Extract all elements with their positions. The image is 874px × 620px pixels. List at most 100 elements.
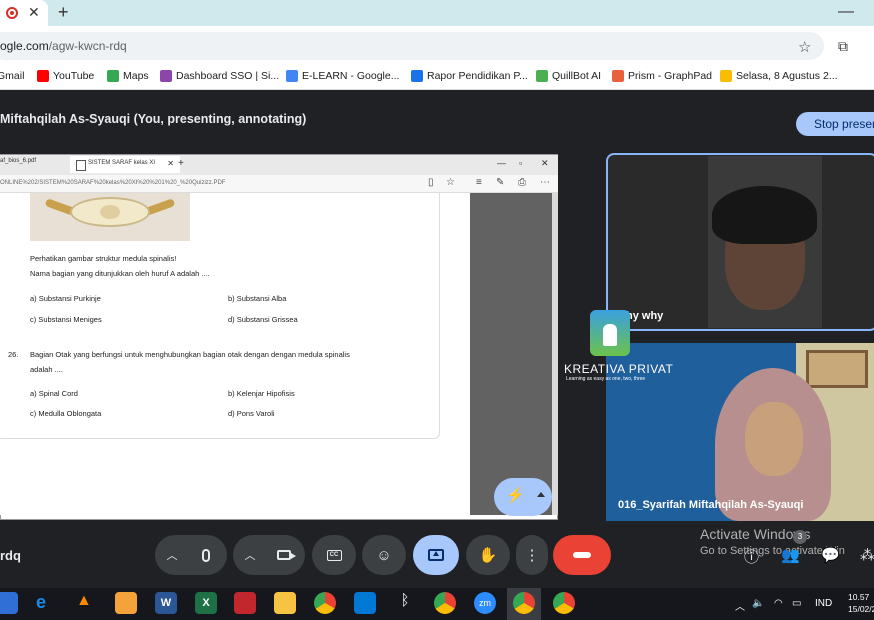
minimize-button[interactable]: — (838, 3, 854, 21)
viewer-tab-1[interactable]: af_bios_6.pdf (0, 158, 36, 164)
present-screen-icon (428, 549, 444, 561)
mic-options-button[interactable]: ︿ (155, 535, 189, 575)
bookmark-item[interactable]: YouTube (37, 70, 94, 82)
meeting-code: rdq (0, 548, 21, 563)
chrome-icon[interactable] (314, 592, 336, 614)
info-icon[interactable]: ⓘ (744, 546, 759, 567)
participant-1-name: hy why (626, 310, 664, 322)
excel-icon[interactable]: X (195, 592, 217, 614)
q26-text-1: Bagian Otak yang berfungsi untuk menghub… (30, 350, 350, 359)
people-icon[interactable]: 👥 (781, 546, 800, 564)
viewer-tab-2[interactable]: SISTEM SARAF kelas XI ✕ (70, 156, 180, 173)
chrome-window-icon[interactable] (553, 592, 575, 614)
viewer-new-tab[interactable]: + (178, 158, 184, 169)
wifi-icon[interactable]: ◠ (774, 598, 783, 609)
tab-meet[interactable]: ✕ (0, 0, 48, 26)
bookmark-favicon-icon (612, 70, 624, 82)
viewer-url[interactable]: ONLINE%202/SISTEM%20SARAF%20kelas%20XI%2… (0, 180, 225, 186)
system-clock[interactable]: 10.57 15/02/2 (848, 591, 874, 615)
tray-chevron-icon[interactable]: ︿ (735, 598, 745, 613)
bookmark-item[interactable]: Maps (107, 70, 149, 82)
presenter-label: Miftahqilah As-Syauqi (You, presenting, … (0, 112, 307, 126)
tab-strip (0, 0, 874, 26)
bookmark-item[interactable]: E-LEARN - Google... (286, 70, 399, 82)
stop-presenting-button[interactable]: Stop presen (796, 112, 874, 136)
volume-icon[interactable]: 🔈 (752, 598, 764, 609)
viewer-tab-2-label: SISTEM SARAF kelas XI (88, 160, 156, 166)
url-text[interactable]: ogle.com/agw-kwcn-rdq (0, 39, 127, 53)
extensions-icon[interactable]: ⧉ (838, 38, 848, 55)
bookmark-favicon-icon (107, 70, 119, 82)
raise-hand-button[interactable]: ✋ (466, 535, 510, 575)
bookmark-favicon-icon (536, 70, 548, 82)
participants-badge: 3 (793, 530, 807, 544)
language-indicator[interactable]: IND (815, 598, 832, 609)
more-options-button[interactable]: ⋮ (516, 535, 548, 575)
bookmark-favicon-icon (286, 70, 298, 82)
spinal-cord-image (30, 193, 190, 241)
media-player-icon[interactable] (115, 592, 137, 614)
bookmark-star-icon[interactable]: ☆ (798, 38, 811, 56)
hand-icon: ✋ (478, 547, 498, 564)
taskbar-app-icon[interactable] (0, 592, 18, 614)
chrome-profile-icon[interactable] (434, 592, 456, 614)
bookmark-item[interactable]: Prism - GraphPad (612, 70, 712, 82)
zoom-icon[interactable]: zm (474, 592, 496, 614)
camera-options-button[interactable]: ︿ (233, 535, 267, 575)
bookmark-label: Gmail (0, 70, 25, 82)
file-explorer-icon[interactable] (274, 592, 296, 614)
viewer-tab-close-icon[interactable]: ✕ (167, 159, 174, 168)
bluetooth-icon[interactable]: ᛒ (394, 592, 416, 614)
participant-2-name: 016_Syarifah Miftahqilah As-Syauqi (618, 499, 804, 511)
bookmark-favicon-icon (37, 70, 49, 82)
new-tab-button[interactable]: + (58, 2, 69, 23)
viewer-save-icon[interactable]: ⎙ (518, 177, 526, 188)
camera-button[interactable] (264, 535, 304, 575)
viewer-read-icon[interactable]: ▯ (428, 177, 434, 188)
vlc-icon[interactable]: ▲ (76, 592, 98, 614)
microphone-button[interactable] (186, 535, 226, 575)
viewer-more-icon[interactable]: ⋯ (540, 177, 550, 188)
viewer-maximize-icon[interactable]: ▫ (519, 158, 522, 168)
leave-call-button[interactable] (553, 535, 611, 575)
q25-option-b: b) Substansi Alba (228, 294, 287, 303)
viewer-close-icon[interactable]: ✕ (541, 158, 549, 169)
bookmark-label: QuillBot AI (552, 70, 602, 82)
word-icon[interactable]: W (155, 592, 177, 614)
clock-time: 10.57 (848, 592, 870, 602)
battery-icon[interactable]: ▭ (792, 598, 801, 609)
viewer-toc-icon[interactable]: ≡ (476, 177, 482, 188)
chevron-up-icon (537, 492, 545, 497)
edge-icon[interactable]: e (36, 592, 58, 614)
q25-option-a: a) Substansi Purkinje (30, 294, 101, 303)
annotate-button[interactable]: ⚡ (494, 478, 552, 516)
store-icon[interactable] (354, 592, 376, 614)
bookmark-item[interactable]: Selasa, 8 Agustus 2... (720, 70, 838, 82)
wall-frame (806, 350, 868, 388)
q25-text-1: Perhatikan gambar struktur medula spinal… (30, 254, 177, 263)
flag-app-icon[interactable] (234, 592, 256, 614)
bookmark-item[interactable]: QuillBot AI (536, 70, 601, 82)
viewer-draw-icon[interactable]: ✎ (496, 177, 504, 188)
chrome-active-icon[interactable] (513, 592, 535, 614)
more-vert-icon: ⋮ (524, 547, 540, 564)
bookmark-label: Prism - GraphPad (628, 70, 713, 82)
microphone-icon (202, 548, 210, 562)
q26-option-a: a) Spinal Cord (30, 389, 78, 398)
chat-icon[interactable]: 💬 (821, 546, 840, 564)
captions-button[interactable]: CC (312, 535, 356, 575)
bookmark-item[interactable]: Gmail (0, 70, 24, 82)
reactions-button[interactable]: ☺ (362, 535, 406, 575)
bookmark-favicon-icon (160, 70, 172, 82)
tab-close-icon[interactable]: ✕ (28, 4, 40, 21)
bookmark-item[interactable]: Rapor Pendidikan P... (411, 70, 528, 82)
present-button[interactable] (413, 535, 459, 575)
activities-icon[interactable]: ⁂ (860, 546, 874, 564)
viewer-scrollbar[interactable] (552, 193, 558, 515)
url-host: ogle.com (0, 39, 49, 53)
bookmark-label: E-LEARN - Google... (302, 70, 400, 82)
viewer-favorite-icon[interactable]: ☆ (446, 177, 455, 188)
camera-icon (277, 550, 296, 560)
bookmark-item[interactable]: Dashboard SSO | Si... (160, 70, 279, 82)
viewer-minimize-icon[interactable]: — (497, 158, 506, 168)
